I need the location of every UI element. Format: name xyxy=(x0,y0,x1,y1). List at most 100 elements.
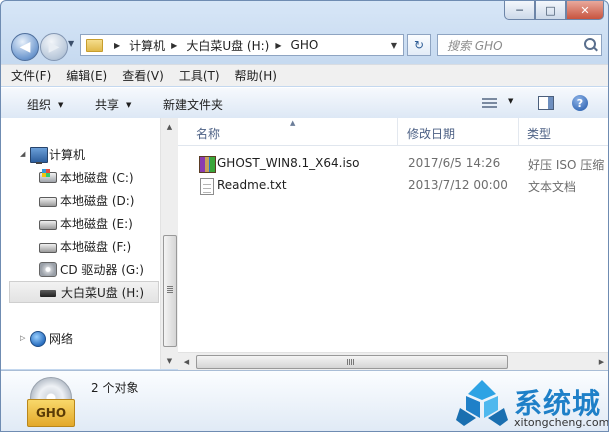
file-row[interactable]: GHOST_WIN8.1_X64.iso 2017/6/5 14:26 好压 I… xyxy=(195,152,608,174)
column-header-type[interactable]: 类型 xyxy=(527,125,551,142)
sort-ascending-icon: ▲ xyxy=(290,119,296,127)
drive-icon xyxy=(39,197,57,207)
share-button[interactable]: 共享 ▼ xyxy=(95,96,131,113)
nav-item-usb-drive-h[interactable]: 大白菜U盘 (H:) xyxy=(9,281,159,303)
file-type: 文本文档 xyxy=(528,180,577,194)
horizontal-scrollbar[interactable]: ◀ ▶ xyxy=(178,352,608,370)
chevron-right-icon[interactable]: ▶ xyxy=(114,41,120,50)
forward-arrow-icon: ▶ xyxy=(48,39,60,55)
caption-buttons: ─ □ ✕ xyxy=(504,1,604,20)
refresh-button[interactable]: ↻ xyxy=(407,34,431,56)
watermark-logo-icon xyxy=(456,380,508,426)
menu-help[interactable]: 帮助(H) xyxy=(235,67,277,84)
file-name: Readme.txt xyxy=(217,178,287,192)
scroll-left-icon[interactable]: ◀ xyxy=(178,353,195,370)
gho-icon-label: GHO xyxy=(27,399,75,427)
text-file-icon xyxy=(200,178,214,195)
watermark: 系统城 xitongcheng.com xyxy=(456,380,609,431)
chevron-down-icon: ▼ xyxy=(126,100,132,109)
scroll-right-icon[interactable]: ▶ xyxy=(593,353,608,370)
navigation-row: ◀ ▶ ▼ ▶ 计算机 ▶ 大白菜U盘 (H:) ▶ GHO ▼ ↻ 搜索 GH… xyxy=(1,27,608,63)
collapse-arrow-icon[interactable]: ◢ xyxy=(20,150,25,158)
preview-pane-icon[interactable] xyxy=(538,96,554,110)
search-placeholder: 搜索 GHO xyxy=(447,38,503,53)
chevron-right-icon[interactable]: ▶ xyxy=(171,41,177,50)
breadcrumb-usb-drive[interactable]: 大白菜U盘 (H:) xyxy=(186,37,269,54)
nav-label-drive: 本地磁盘 (F:) xyxy=(60,239,132,254)
column-divider[interactable] xyxy=(397,118,398,145)
maximize-button[interactable]: □ xyxy=(535,1,566,20)
view-options-dropdown-icon[interactable]: ▼ xyxy=(508,97,513,105)
nav-label-drive: 本地磁盘 (D:) xyxy=(60,193,135,208)
scrollbar-thumb[interactable] xyxy=(196,355,508,369)
search-box[interactable]: 搜索 GHO xyxy=(437,34,602,56)
organize-button[interactable]: 组织 ▼ xyxy=(27,96,63,113)
folder-icon xyxy=(86,38,103,52)
nav-vertical-scrollbar[interactable]: ▲ ▼ xyxy=(160,118,178,369)
menu-bar: 文件(F) 编辑(E) 查看(V) 工具(T) 帮助(H) xyxy=(1,64,608,86)
forward-button[interactable]: ▶ xyxy=(40,33,68,61)
nav-label-network: 网络 xyxy=(49,331,74,346)
nav-label-drive: 大白菜U盘 (H:) xyxy=(61,285,145,300)
column-header-modified[interactable]: 修改日期 xyxy=(407,125,455,142)
cd-drive-icon xyxy=(39,262,57,277)
address-bar[interactable]: ▶ 计算机 ▶ 大白菜U盘 (H:) ▶ GHO ▼ xyxy=(80,34,404,56)
watermark-url: xitongcheng.com xyxy=(514,416,609,429)
menu-file[interactable]: 文件(F) xyxy=(11,67,51,84)
explorer-window: ─ □ ✕ ◀ ▶ ▼ ▶ 计算机 ▶ 大白菜U盘 (H:) ▶ GHO ▼ ↻ xyxy=(0,0,609,432)
address-dropdown-icon[interactable]: ▼ xyxy=(391,41,397,50)
nav-item-computer[interactable]: ◢ 计算机 xyxy=(1,143,161,165)
nav-label-computer: 计算机 xyxy=(49,147,86,162)
drive-icon xyxy=(39,220,57,230)
nav-item-cd-drive-g[interactable]: CD 驱动器 (G:) xyxy=(1,258,161,280)
file-modified: 2017/6/5 14:26 xyxy=(408,156,501,170)
new-folder-button[interactable]: 新建文件夹 xyxy=(163,96,223,113)
nav-label-drive: 本地磁盘 (E:) xyxy=(60,216,133,231)
minimize-button[interactable]: ─ xyxy=(504,1,535,20)
command-bar: 组织 ▼ 共享 ▼ 新建文件夹 ▼ ? xyxy=(1,87,608,119)
nav-label-drive: 本地磁盘 (C:) xyxy=(60,170,134,185)
nav-item-drive-e[interactable]: 本地磁盘 (E:) xyxy=(1,212,161,234)
file-row[interactable]: Readme.txt 2013/7/12 00:00 文本文档 xyxy=(195,174,608,196)
organize-label: 组织 xyxy=(27,98,52,112)
computer-icon xyxy=(30,147,48,164)
system-drive-icon xyxy=(39,169,57,183)
file-list-pane: ▲ 名称 修改日期 类型 GHOST_WIN8.1_X64.iso 2017/6… xyxy=(178,118,608,369)
file-name: GHOST_WIN8.1_X64.iso xyxy=(217,156,360,170)
usb-drive-icon xyxy=(40,290,56,297)
expand-arrow-icon[interactable]: ▷ xyxy=(20,334,25,342)
scroll-up-icon[interactable]: ▲ xyxy=(161,118,178,135)
back-button[interactable]: ◀ xyxy=(11,33,39,61)
scrollbar-thumb[interactable] xyxy=(163,235,177,347)
column-header-name[interactable]: 名称 xyxy=(196,125,220,142)
search-icon[interactable] xyxy=(584,38,596,50)
menu-view[interactable]: 查看(V) xyxy=(122,67,164,84)
file-modified: 2013/7/12 00:00 xyxy=(408,178,508,192)
recent-pages-dropdown[interactable]: ▼ xyxy=(68,39,74,48)
scroll-down-icon[interactable]: ▼ xyxy=(161,352,178,369)
nav-label-drive: CD 驱动器 (G:) xyxy=(60,262,144,277)
nav-item-network[interactable]: ▷ 网络 xyxy=(1,327,161,349)
view-details-icon[interactable] xyxy=(482,98,497,108)
help-button[interactable]: ? xyxy=(572,95,588,111)
network-icon xyxy=(30,331,46,347)
nav-item-drive-d[interactable]: 本地磁盘 (D:) xyxy=(1,189,161,211)
breadcrumb-gho[interactable]: GHO xyxy=(291,38,319,52)
column-header-row: ▲ 名称 修改日期 类型 xyxy=(178,118,608,146)
breadcrumb-computer[interactable]: 计算机 xyxy=(129,37,165,54)
chevron-down-icon: ▼ xyxy=(58,100,64,109)
chevron-right-icon[interactable]: ▶ xyxy=(275,41,281,50)
menu-edit[interactable]: 编辑(E) xyxy=(66,67,107,84)
file-type: 好压 ISO 压缩 xyxy=(528,158,605,172)
column-divider[interactable] xyxy=(518,118,519,145)
menu-tools[interactable]: 工具(T) xyxy=(179,67,220,84)
refresh-icon: ↻ xyxy=(413,38,425,52)
close-button[interactable]: ✕ xyxy=(566,1,604,20)
back-arrow-icon: ◀ xyxy=(19,39,31,55)
new-folder-label: 新建文件夹 xyxy=(163,98,224,112)
navigation-pane: ◢ 计算机 本地磁盘 (C:) 本地磁盘 (D:) 本地磁盘 (E:) 本地磁盘… xyxy=(1,118,178,369)
archive-icon xyxy=(199,156,216,173)
nav-item-drive-c[interactable]: 本地磁盘 (C:) xyxy=(1,166,161,188)
nav-item-drive-f[interactable]: 本地磁盘 (F:) xyxy=(1,235,161,257)
share-label: 共享 xyxy=(95,98,120,112)
